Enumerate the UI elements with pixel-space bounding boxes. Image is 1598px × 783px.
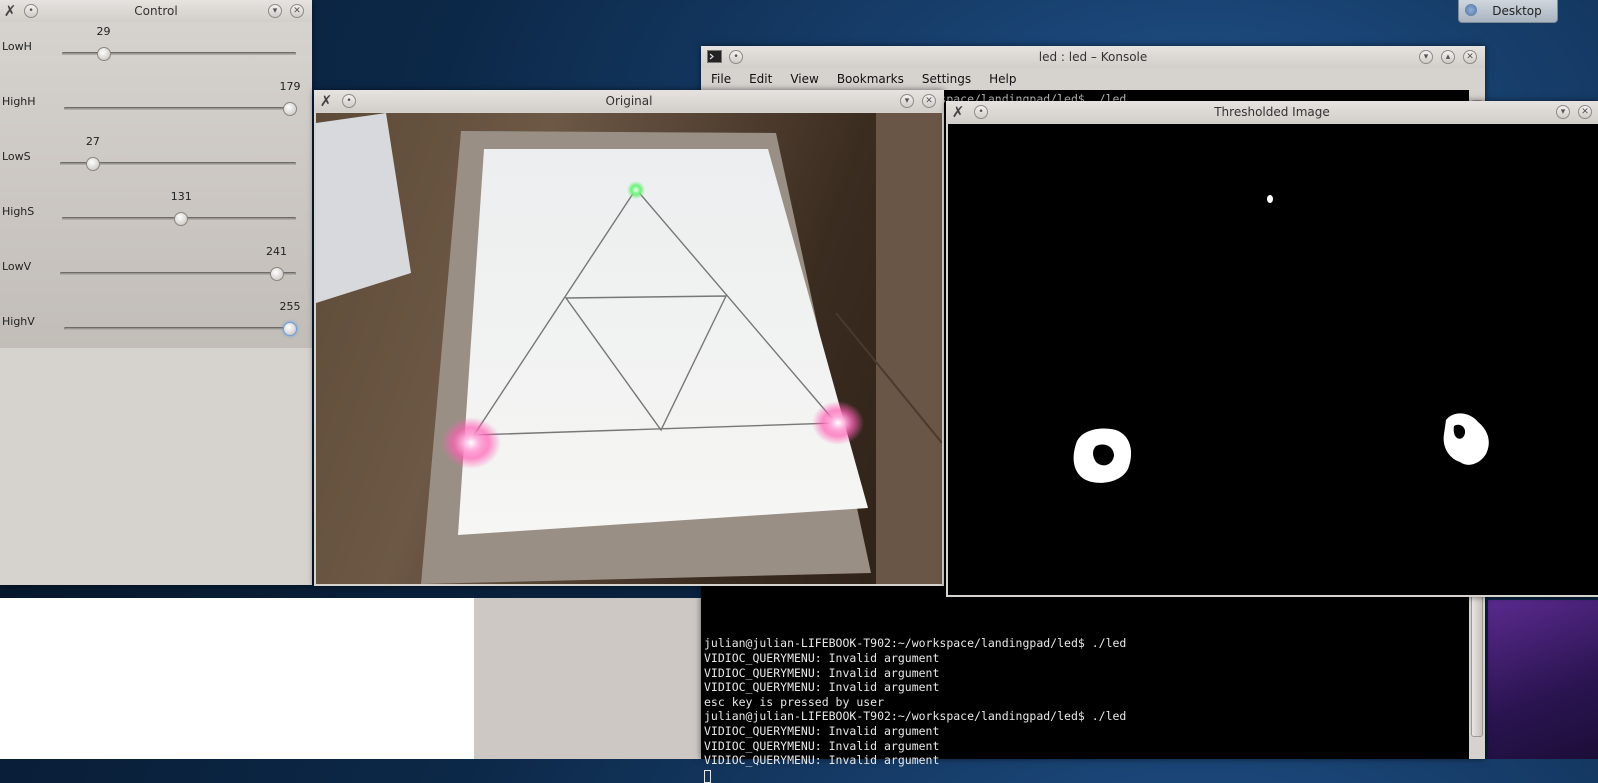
- control-window: ✗ • Control ▾ ✕ LowH 29 HighH 179 LowS 27 High…: [0, 0, 312, 585]
- terminal-line: esc key is pressed by user: [704, 695, 885, 709]
- blob-left: [1073, 428, 1132, 483]
- slider-label: LowV: [2, 260, 32, 273]
- terminal-line: VIDIOC_QUERYMENU: Invalid argument: [704, 680, 940, 694]
- terminal-line: VIDIOC_QUERYMENU: Invalid argument: [704, 724, 940, 738]
- konsole-titlebar[interactable]: • led : led – Konsole ▾ ▴ ✕: [701, 46, 1485, 68]
- close-icon[interactable]: ✕: [1463, 50, 1477, 64]
- menu-file[interactable]: File: [711, 72, 731, 86]
- menu-bookmarks[interactable]: Bookmarks: [837, 72, 904, 86]
- desktop-icon: [1465, 4, 1477, 16]
- slider-label: HighS: [2, 205, 35, 218]
- menu-settings[interactable]: Settings: [922, 72, 971, 86]
- terminal-line: VIDIOC_QUERYMENU: Invalid argument: [704, 651, 940, 665]
- konsole-menubar: File Edit View Bookmarks Settings Help: [701, 68, 1485, 90]
- thresholded-title: Thresholded Image: [1214, 105, 1330, 119]
- desktop-empty-area: [0, 598, 474, 759]
- control-title: Control: [134, 4, 178, 18]
- terminal-line: VIDIOC_QUERYMENU: Invalid argument: [704, 666, 940, 680]
- slider-handle[interactable]: [174, 212, 189, 226]
- pink-led-left: [441, 417, 501, 469]
- slider-label: HighV: [2, 315, 35, 328]
- close-icon[interactable]: ✕: [922, 94, 936, 108]
- close-icon[interactable]: ✕: [1578, 105, 1592, 119]
- terminal-line: julian@julian-LIFEBOOK-T902:~/workspace/…: [704, 636, 1127, 650]
- slider-highs[interactable]: HighS 131: [0, 187, 312, 242]
- slider-value: 27: [85, 135, 100, 148]
- slider-track[interactable]: [64, 327, 296, 330]
- floor: [876, 113, 942, 584]
- slider-handle[interactable]: [96, 47, 111, 61]
- thresholded-image: [948, 124, 1598, 595]
- paper-sheet: [458, 149, 868, 535]
- konsole-title: led : led – Konsole: [1038, 50, 1148, 64]
- green-led: [627, 181, 645, 199]
- blob-top: [1267, 195, 1273, 203]
- terminal-line: julian@julian-LIFEBOOK-T902:~/workspace/…: [704, 709, 1127, 723]
- slider-value: 131: [170, 190, 192, 203]
- minimize-icon[interactable]: ▾: [900, 94, 914, 108]
- slider-lows[interactable]: LowS 27: [0, 132, 312, 187]
- desktop-button-label: Desktop: [1492, 4, 1542, 18]
- slider-label: LowH: [2, 40, 32, 53]
- slider-lowv[interactable]: LowV 241: [0, 242, 312, 297]
- slider-value: 29: [96, 25, 111, 38]
- close-icon[interactable]: ✕: [290, 4, 304, 18]
- menu-edit[interactable]: Edit: [749, 72, 772, 86]
- slider-handle[interactable]: [283, 102, 297, 116]
- minimize-icon[interactable]: ▾: [1556, 105, 1570, 119]
- background-window-area: [474, 598, 704, 759]
- slider-highh[interactable]: HighH 179: [0, 77, 312, 132]
- slider-handle[interactable]: [269, 267, 284, 281]
- slider-track[interactable]: [64, 107, 296, 110]
- slider-panel: LowH 29 HighH 179 LowS 27 HighS 131 LowV 241 HighV…: [0, 22, 312, 348]
- menu-view[interactable]: View: [790, 72, 818, 86]
- control-titlebar[interactable]: ✗ • Control ▾ ✕: [0, 0, 312, 22]
- desktop-wallpaper-corner: [1488, 600, 1598, 759]
- camera-frame: [316, 113, 942, 584]
- control-empty-area: [0, 348, 312, 585]
- minimize-icon[interactable]: ▾: [268, 4, 282, 18]
- paper-object: [316, 113, 411, 303]
- pink-led-right: [812, 401, 864, 445]
- slider-value: 255: [279, 300, 301, 313]
- terminal-line: VIDIOC_QUERYMENU: Invalid argument: [704, 739, 940, 753]
- menu-help[interactable]: Help: [989, 72, 1016, 86]
- blob-right: [1443, 413, 1489, 465]
- terminal-line: VIDIOC_QUERYMENU: Invalid argument: [704, 753, 940, 767]
- terminal-cursor: [704, 770, 711, 783]
- original-title: Original: [605, 94, 653, 108]
- slider-lowh[interactable]: LowH 29: [0, 22, 312, 77]
- threshold-frame: [1073, 195, 1489, 483]
- original-window: ✗ • Original ▾ ✕: [314, 90, 944, 586]
- minimize-icon[interactable]: ▾: [1419, 50, 1433, 64]
- slider-highv[interactable]: HighV 255: [0, 297, 312, 352]
- slider-handle[interactable]: [283, 322, 297, 336]
- camera-image: [316, 113, 942, 584]
- slider-value: 241: [266, 245, 288, 258]
- slider-track[interactable]: [60, 272, 296, 275]
- slider-value: 179: [279, 80, 301, 93]
- desktop-button[interactable]: Desktop: [1458, 0, 1558, 23]
- thresholded-window: ✗ • Thresholded Image ▾ ✕: [946, 101, 1598, 597]
- slider-label: HighH: [2, 95, 36, 108]
- slider-handle[interactable]: [85, 157, 100, 171]
- thresholded-titlebar[interactable]: ✗ • Thresholded Image ▾ ✕: [946, 101, 1598, 123]
- original-titlebar[interactable]: ✗ • Original ▾ ✕: [314, 90, 944, 112]
- slider-label: LowS: [2, 150, 31, 163]
- maximize-icon[interactable]: ▴: [1441, 50, 1455, 64]
